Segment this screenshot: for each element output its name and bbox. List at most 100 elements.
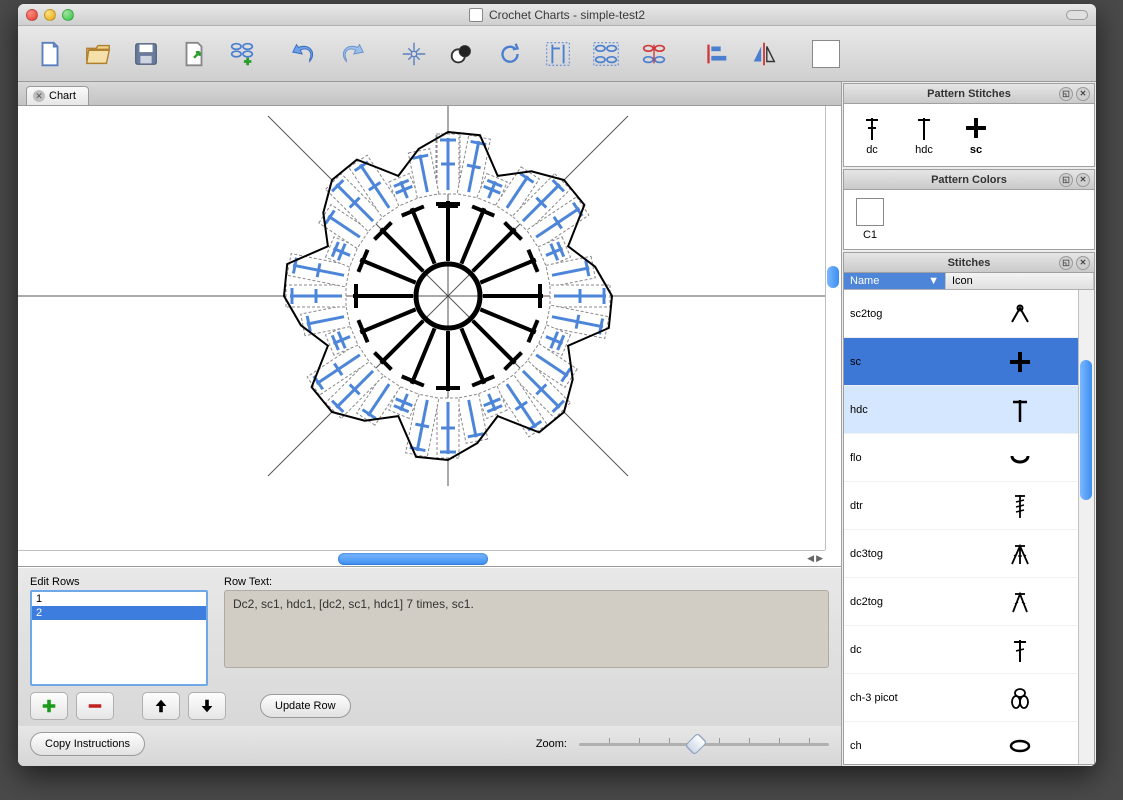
stitch-name: ch <box>844 740 946 752</box>
stitch-item[interactable]: dc3tog <box>844 530 1094 578</box>
zoom-slider[interactable] <box>579 736 829 752</box>
stitches-list[interactable]: sc2tog sc hdc flo dtr dc3tog dc2tog dc ch-3 pico… <box>844 290 1094 764</box>
stitch-item[interactable]: dc <box>844 626 1094 674</box>
pattern-stitches-panel: Pattern Stitches ◱ ✕ dc hdc <box>843 83 1095 167</box>
canvas-vertical-scrollbar[interactable] <box>825 106 841 550</box>
document-icon <box>469 8 483 22</box>
panel-undock-button[interactable]: ◱ <box>1059 87 1073 101</box>
stitch-name: hdc <box>844 404 946 416</box>
edit-rows-label: Edit Rows <box>30 576 208 588</box>
row-editor: Edit Rows 1 2 Row Text: Dc2, sc1, hdc1, … <box>18 567 841 726</box>
move-row-up-button[interactable] <box>142 692 180 720</box>
row-item[interactable]: 2 <box>32 606 206 620</box>
row-text-label: Row Text: <box>224 576 829 588</box>
rows-listbox[interactable]: 1 2 <box>30 590 208 686</box>
stitch-icon <box>946 684 1094 712</box>
pattern-colors-panel: Pattern Colors ◱ ✕ C1 <box>843 169 1095 250</box>
stitch-item[interactable]: hdc <box>844 386 1094 434</box>
stitch-name: dc2tog <box>844 596 946 608</box>
window-title: Crochet Charts - simple-test2 <box>489 8 645 22</box>
tab-label: Chart <box>49 90 76 102</box>
app-window: Crochet Charts - simple-test2 <box>18 4 1096 766</box>
tab-bar: ✕ Chart <box>18 82 841 106</box>
panel-close-button[interactable]: ✕ <box>1076 173 1090 187</box>
panel-title: Stitches <box>948 257 991 269</box>
stitch-icon <box>946 540 1094 568</box>
stitch-icon <box>946 396 1094 424</box>
stitch-name: sc2tog <box>844 308 946 320</box>
stitches-vertical-scrollbar[interactable] <box>1078 290 1094 764</box>
panel-undock-button[interactable]: ◱ <box>1059 256 1073 270</box>
stitch-name: ch-3 picot <box>844 692 946 704</box>
stitch-icon <box>946 300 1094 328</box>
stitch-item[interactable]: dtr <box>844 482 1094 530</box>
align-tool-button[interactable] <box>696 34 736 74</box>
pattern-stitch-hdc[interactable]: hdc <box>910 114 938 156</box>
zoom-window-button[interactable] <box>62 9 74 21</box>
open-document-button[interactable] <box>78 34 118 74</box>
mirror-tool-button[interactable] <box>744 34 784 74</box>
add-rows-button[interactable] <box>222 34 262 74</box>
tab-chart[interactable]: ✕ Chart <box>26 86 89 105</box>
pattern-color-c1[interactable]: C1 <box>850 196 890 243</box>
minimize-window-button[interactable] <box>44 9 56 21</box>
add-row-button[interactable] <box>30 692 68 720</box>
panel-title: Pattern Colors <box>931 174 1007 186</box>
stitch-item[interactable]: flo <box>844 434 1094 482</box>
stitches-header-row: Name▼ Icon <box>844 273 1094 290</box>
move-row-down-button[interactable] <box>188 692 226 720</box>
save-button[interactable] <box>126 34 166 74</box>
stitch-item[interactable]: sc <box>844 338 1094 386</box>
stitch-name: sc <box>844 356 946 368</box>
footer-bar: Copy Instructions Zoom: <box>18 726 841 766</box>
stitch-item[interactable]: ch-3 picot <box>844 674 1094 722</box>
stitch-item[interactable]: sc2tog <box>844 290 1094 338</box>
stitch-icon <box>946 348 1094 376</box>
stitch-name: dc3tog <box>844 548 946 560</box>
toolbar <box>18 26 1096 82</box>
stitch-item[interactable]: dc2tog <box>844 578 1094 626</box>
toolbar-toggle-button[interactable] <box>1066 10 1088 20</box>
grid-tool-button[interactable] <box>586 34 626 74</box>
canvas-horizontal-scrollbar[interactable]: ◀▶ <box>18 550 825 566</box>
rotate-tool-button[interactable] <box>490 34 530 74</box>
stitch-name: dtr <box>844 500 946 512</box>
pattern-stitch-dc[interactable]: dc <box>858 114 886 156</box>
remove-row-button[interactable] <box>76 692 114 720</box>
stitch-count-tool-button[interactable] <box>538 34 578 74</box>
panel-close-button[interactable]: ✕ <box>1076 256 1090 270</box>
color-swatch-icon <box>856 198 884 226</box>
chart-canvas[interactable]: ◀▶ <box>18 106 841 567</box>
stitch-item[interactable]: ch <box>844 722 1094 764</box>
stitch-icon <box>946 732 1094 760</box>
stitches-panel: Stitches ◱ ✕ Name▼ Icon sc2tog sc hdc flo dt… <box>843 252 1095 765</box>
stitch-name: flo <box>844 452 946 464</box>
grid-red-tool-button[interactable] <box>634 34 674 74</box>
undo-button[interactable] <box>284 34 324 74</box>
color-tool-button[interactable] <box>442 34 482 74</box>
row-item[interactable]: 1 <box>32 592 206 606</box>
color-swatch-button[interactable] <box>806 34 846 74</box>
crochet-diagram <box>18 106 838 486</box>
panel-close-button[interactable]: ✕ <box>1076 87 1090 101</box>
titlebar: Crochet Charts - simple-test2 <box>18 4 1096 26</box>
sort-indicator-icon: ▼ <box>928 275 939 287</box>
new-document-button[interactable] <box>30 34 70 74</box>
selection-tool-button[interactable] <box>394 34 434 74</box>
pattern-stitch-sc[interactable]: sc <box>962 114 990 156</box>
redo-button[interactable] <box>332 34 372 74</box>
export-button[interactable] <box>174 34 214 74</box>
stitch-name: dc <box>844 644 946 656</box>
panel-undock-button[interactable]: ◱ <box>1059 173 1073 187</box>
stitch-icon <box>946 444 1094 472</box>
close-window-button[interactable] <box>26 9 38 21</box>
close-tab-icon[interactable]: ✕ <box>33 90 45 102</box>
stitch-icon <box>946 588 1094 616</box>
row-text-box[interactable]: Dc2, sc1, hdc1, [dc2, sc1, hdc1] 7 times… <box>224 590 829 668</box>
update-row-button[interactable]: Update Row <box>260 694 351 718</box>
stitches-col-name[interactable]: Name▼ <box>844 273 946 289</box>
stitch-icon <box>946 636 1094 664</box>
zoom-label: Zoom: <box>536 738 567 750</box>
stitches-col-icon[interactable]: Icon <box>946 273 1094 289</box>
copy-instructions-button[interactable]: Copy Instructions <box>30 732 145 756</box>
